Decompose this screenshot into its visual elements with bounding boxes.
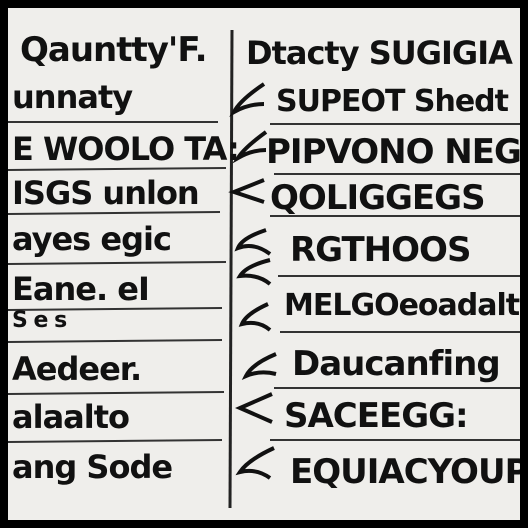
row-right: MELGOeoadalt <box>284 288 520 323</box>
left-rule <box>8 391 225 395</box>
row-left: alaalto <box>12 398 130 436</box>
left-rule <box>8 439 223 443</box>
row-right: PIPVONO NEGE <box>266 132 520 172</box>
arrow-hook-icon <box>228 178 265 204</box>
row-right: SACEEGG: <box>284 396 469 436</box>
arrow-hook-icon <box>236 258 272 286</box>
arrow-hook-icon <box>232 130 268 164</box>
column-divider <box>228 29 234 509</box>
arrow-hook-icon <box>241 352 277 380</box>
row-left: E WOOLO TA: <box>12 130 240 168</box>
arrow-hook-icon <box>234 228 272 256</box>
row-left: ayes egic <box>12 220 172 258</box>
row-right: SUPEOT Shedt <box>276 84 509 119</box>
left-rule <box>8 339 223 343</box>
row-right: RGTHOOS <box>290 230 471 270</box>
arrow-hook-icon <box>229 82 266 118</box>
row-left: ISGS unlon <box>12 174 200 212</box>
arrow-hook-icon <box>235 392 273 424</box>
left-rule <box>8 261 227 265</box>
row-left: Eane. eI <box>12 270 150 308</box>
arrow-hook-icon <box>238 302 272 332</box>
row-left: ang Sode <box>12 448 173 486</box>
row-right: QOLIGGEGS <box>270 178 486 218</box>
header-left: Qauntty'F. <box>20 30 207 70</box>
row-left: Aedeer. <box>12 350 142 388</box>
row-right: EQUIACYOUP <box>290 452 520 492</box>
left-rule <box>8 211 221 215</box>
handwritten-sheet: Qauntty'F. Dtacty SUGIGIA unnaty E WOOLO… <box>8 8 520 520</box>
row-right: Daucanfing <box>292 344 501 384</box>
row-left: unnaty <box>12 78 133 116</box>
arrow-hook-icon <box>235 446 275 480</box>
left-rule <box>8 167 227 171</box>
header-right: Dtacty SUGIGIA <box>246 34 513 72</box>
row-left: S e s <box>12 308 67 333</box>
